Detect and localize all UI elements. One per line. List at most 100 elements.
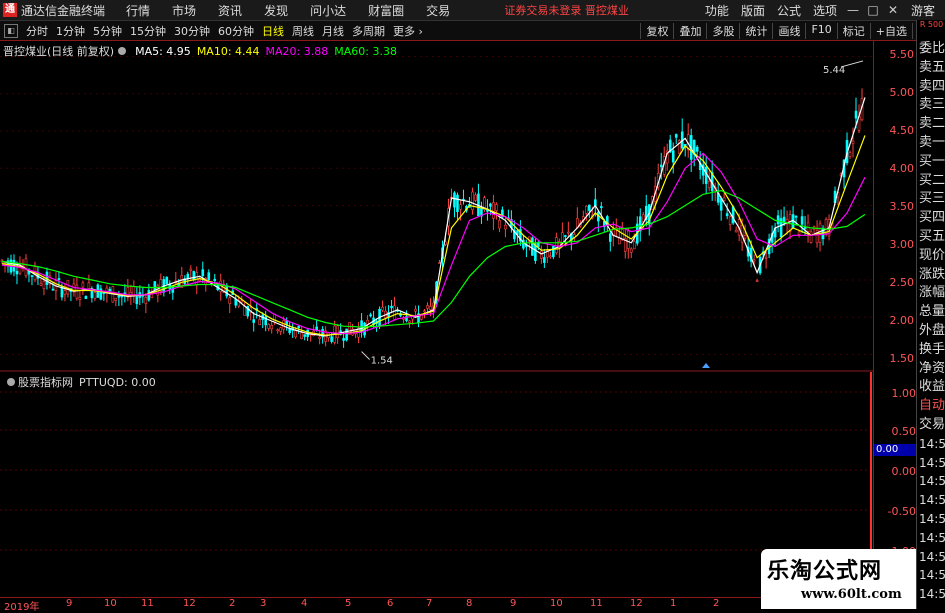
multi-stock-button[interactable]: 多股	[706, 22, 739, 39]
side-item: 现价	[919, 247, 945, 263]
menu-discover[interactable]: 发现	[253, 2, 299, 19]
date-tick: 4	[301, 598, 308, 609]
mark-button[interactable]: 标记	[836, 22, 870, 39]
candle-body	[531, 237, 534, 256]
candle-body	[564, 235, 567, 237]
side-item[interactable]: 交易	[917, 416, 945, 435]
tf-daily[interactable]: 日线	[258, 23, 288, 39]
menu-layout[interactable]: 版面	[735, 2, 771, 19]
side-item: 买五	[919, 228, 945, 244]
side-item: 14:56	[919, 436, 945, 451]
candle-body	[57, 278, 61, 281]
menu-ask[interactable]: 问小达	[299, 2, 357, 19]
watermark-url: www.60lt.com	[801, 587, 902, 602]
sub-y-tick: -0.50	[887, 505, 916, 518]
sub-title[interactable]: 股票指标网	[18, 376, 73, 389]
candle-body	[800, 216, 804, 225]
candle-body	[567, 231, 570, 234]
f10-button[interactable]: F10	[805, 22, 836, 39]
side-item: 14:56	[919, 493, 945, 508]
login-notice[interactable]: 证券交易未登录 晋控煤业	[504, 2, 629, 18]
candle-body	[608, 233, 612, 242]
y-tick: 3.00	[889, 238, 915, 251]
draw-button[interactable]: 画线	[772, 22, 805, 39]
candle-body	[213, 278, 217, 282]
tf-60min[interactable]: 60分钟	[214, 23, 258, 39]
side-item: 收益	[919, 379, 945, 395]
sub-y-tick: 0.50	[891, 425, 917, 438]
candle-body	[84, 295, 88, 300]
y-tick: 5.00	[889, 86, 915, 99]
maximize-button[interactable]: □	[863, 3, 883, 17]
candle-body	[147, 290, 151, 301]
tf-more[interactable]: 更多 ›	[389, 23, 427, 39]
tf-weekly[interactable]: 周线	[288, 23, 318, 39]
stats-button[interactable]: 统计	[739, 22, 772, 39]
candle-body	[492, 202, 495, 219]
candle-body	[300, 332, 303, 339]
tf-1min[interactable]: 1分钟	[52, 23, 89, 39]
date-tick: 12	[630, 598, 643, 609]
watermark-title: 乐淘公式网	[767, 559, 883, 584]
chart-area[interactable]: 5.44 1.54 晋控煤业(日线 前复权) MA5: 4.95 MA10: 4.44…	[0, 41, 873, 597]
sub-y-tick: 0.00	[891, 465, 917, 478]
candle-body	[252, 319, 256, 323]
candle-body	[15, 271, 19, 275]
stock-title[interactable]: 晋控煤业(日线 前复权)	[3, 45, 114, 58]
side-item: 14:56	[919, 530, 945, 545]
menu-market[interactable]: 市场	[161, 2, 207, 19]
side-item: 卖三	[919, 97, 945, 113]
panel-toggle-icon[interactable]: ◧	[4, 23, 18, 38]
tf-30min[interactable]: 30分钟	[170, 23, 214, 39]
candle-body	[315, 326, 318, 331]
menu-options[interactable]: 选项	[807, 2, 843, 19]
side-item: 14:56	[919, 511, 945, 526]
overlay-button[interactable]: 叠加	[673, 22, 706, 39]
current-value-box: 0.00	[874, 444, 916, 456]
menu-wealth[interactable]: 财富圈	[357, 2, 415, 19]
candle-body	[498, 220, 501, 229]
side-item[interactable]: 自动	[917, 397, 945, 416]
date-tick: 5	[345, 598, 352, 609]
candle-body	[270, 325, 273, 330]
candle-body	[201, 269, 205, 277]
candle-body	[240, 300, 244, 303]
side-item: 买一	[919, 153, 945, 169]
side-item: 卖五	[919, 59, 945, 75]
candle-body	[132, 286, 136, 296]
candle-body	[153, 281, 157, 291]
side-item: 买三	[919, 191, 945, 207]
candle-body	[734, 229, 738, 233]
settings-dot-icon[interactable]	[7, 378, 15, 386]
menu-quotes[interactable]: 行情	[115, 2, 161, 19]
candle-body	[854, 110, 858, 119]
settings-dot-icon[interactable]	[118, 47, 127, 55]
candle-body	[456, 194, 459, 212]
low-label: 1.54	[371, 356, 393, 367]
tf-15min[interactable]: 15分钟	[126, 23, 170, 39]
ma20-label: MA20: 3.88	[265, 45, 329, 58]
tf-multi[interactable]: 多周期	[348, 23, 389, 39]
close-button[interactable]: ✕	[883, 3, 903, 17]
menu-function[interactable]: 功能	[699, 2, 735, 19]
tf-monthly[interactable]: 月线	[318, 23, 348, 39]
minimize-button[interactable]: —	[843, 3, 863, 17]
menu-trade[interactable]: 交易	[415, 2, 461, 19]
menu-formula[interactable]: 公式	[771, 2, 807, 19]
add-watchlist-button[interactable]: +自选	[869, 22, 912, 39]
tf-intraday[interactable]: 分时	[22, 23, 52, 39]
candle-body	[414, 308, 417, 312]
side-item: 卖四	[919, 78, 945, 94]
y-tick: 5.50	[889, 48, 915, 61]
indicator-label: PTTUQD: 0.00	[79, 376, 156, 389]
y-tick: 2.50	[889, 276, 915, 289]
restore-right-button[interactable]: 复权	[640, 22, 673, 39]
kline-chart[interactable]: 5.44 1.54	[0, 41, 873, 597]
tf-5min[interactable]: 5分钟	[89, 23, 126, 39]
candle-body	[600, 206, 603, 208]
side-item: 14:56	[919, 455, 945, 470]
user-label[interactable]: 游客	[903, 2, 945, 19]
r-badge[interactable]: R 500	[917, 20, 945, 40]
menu-news[interactable]: 资讯	[207, 2, 253, 19]
candle-body	[234, 299, 238, 306]
